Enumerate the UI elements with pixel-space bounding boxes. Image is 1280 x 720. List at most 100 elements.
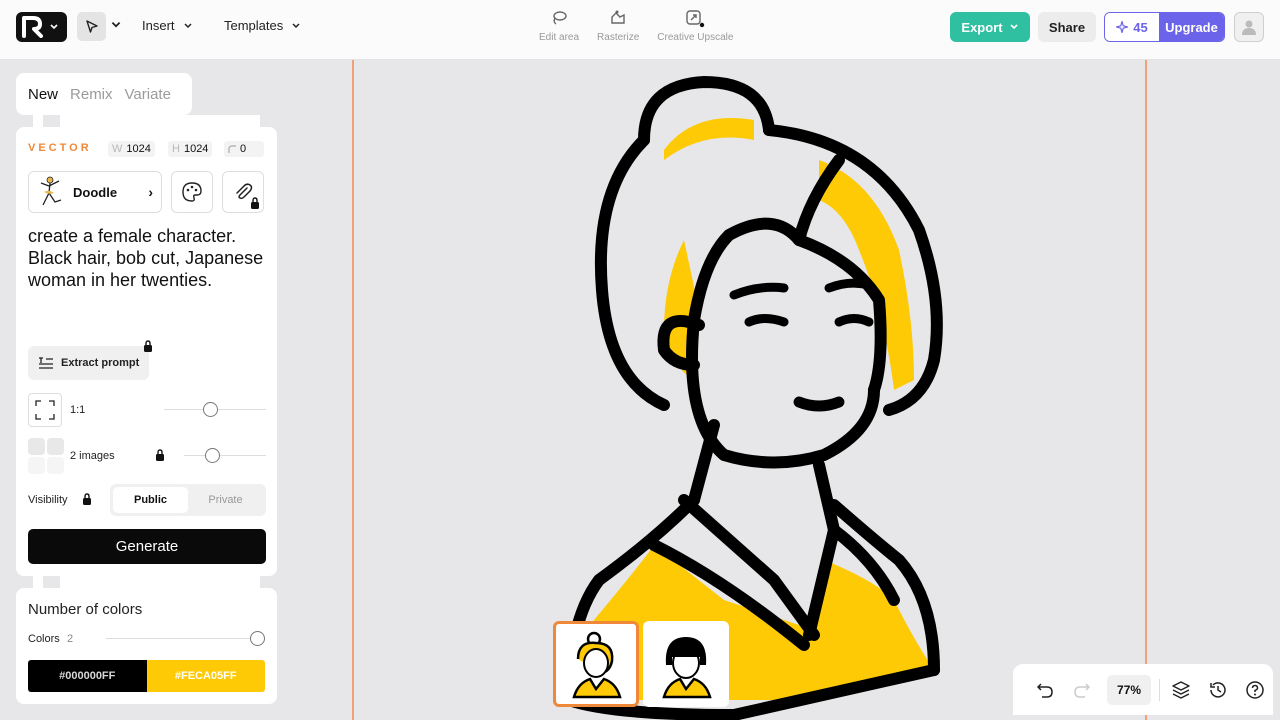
artboard[interactable] xyxy=(352,60,1147,720)
visibility-label: Visibility xyxy=(28,494,68,506)
export-button[interactable]: Export xyxy=(950,12,1030,42)
rasterize-tool[interactable]: Rasterize xyxy=(588,8,648,43)
generation-panel: VECTOR W 1024 H 1024 0 Doodle › create a… xyxy=(16,127,277,576)
pointer-icon xyxy=(85,19,98,33)
width-field[interactable]: W 1024 xyxy=(108,141,155,157)
width-value: 1024 xyxy=(126,143,151,155)
image-count-slider-track[interactable] xyxy=(184,455,266,456)
tab-variate[interactable]: Variate xyxy=(125,86,171,103)
templates-menu[interactable]: Templates xyxy=(224,18,301,33)
result-thumbnail-1[interactable] xyxy=(553,621,639,707)
undo-button[interactable] xyxy=(1027,673,1064,707)
redo-icon xyxy=(1074,682,1091,698)
edit-area-tool[interactable]: Edit area xyxy=(530,8,588,43)
app-menu-button[interactable] xyxy=(16,12,67,42)
visibility-public-option[interactable]: Public xyxy=(113,487,188,513)
insert-menu[interactable]: Insert xyxy=(142,18,193,33)
sparkle-icon xyxy=(1116,21,1129,33)
tab-new[interactable]: New xyxy=(28,86,58,103)
colors-panel: Number of colors Colors 2 #000000FF #FEC… xyxy=(16,588,277,704)
lock-icon xyxy=(156,449,164,461)
image-count-label: 2 images xyxy=(70,450,115,462)
upscale-icon xyxy=(686,10,705,28)
lock-icon xyxy=(251,197,259,209)
extract-prompt-button[interactable]: Extract prompt xyxy=(28,346,149,380)
edit-area-label: Edit area xyxy=(539,32,580,43)
generate-button[interactable]: Generate xyxy=(28,529,266,564)
share-label: Share xyxy=(1048,19,1086,35)
doodle-style-thumbnail-icon xyxy=(40,176,62,206)
credits-count: 45 xyxy=(1105,13,1159,41)
palette-icon xyxy=(182,182,202,202)
top-toolbar: Insert Templates Edit area Rasterize Cre… xyxy=(0,0,1280,60)
color-swatch-black[interactable]: #000000FF xyxy=(28,660,147,692)
chevron-down-icon xyxy=(1010,24,1018,30)
history-button[interactable] xyxy=(1199,673,1236,707)
lock-icon xyxy=(83,493,91,505)
panel-connector xyxy=(60,115,260,127)
share-button[interactable]: Share xyxy=(1038,12,1096,42)
style-selector[interactable]: Doodle › xyxy=(28,171,162,213)
chevron-down-icon xyxy=(183,22,192,28)
aspect-ratio-label: 1:1 xyxy=(70,404,86,416)
attach-reference-button[interactable] xyxy=(222,171,264,213)
aspect-ratio-button[interactable] xyxy=(28,393,62,427)
text-lines-icon xyxy=(39,357,53,369)
rasterize-icon xyxy=(611,10,625,24)
insert-menu-label: Insert xyxy=(142,18,175,33)
visibility-private-option[interactable]: Private xyxy=(188,487,263,513)
aspect-ratio-icon xyxy=(35,400,55,420)
mode-tabs: New Remix Variate xyxy=(16,73,192,115)
generated-portrait-image[interactable] xyxy=(354,60,1145,720)
user-icon xyxy=(1242,20,1256,35)
mode-label: VECTOR xyxy=(28,142,92,154)
creative-upscale-tool[interactable]: Creative Upscale xyxy=(648,8,742,43)
colors-slider-track[interactable] xyxy=(106,638,256,639)
aspect-ratio-slider-handle[interactable] xyxy=(203,402,218,417)
colors-count-value: 2 xyxy=(67,633,74,645)
height-field[interactable]: H 1024 xyxy=(168,141,213,157)
extract-prompt-label: Extract prompt xyxy=(61,357,140,369)
redo-button[interactable] xyxy=(1064,673,1101,707)
layers-icon xyxy=(1172,680,1190,699)
chevron-down-icon[interactable] xyxy=(110,19,122,31)
select-tool-button[interactable] xyxy=(77,12,106,41)
corner-radius-field[interactable]: 0 xyxy=(224,141,264,157)
portrait-thumbnail-image xyxy=(662,637,712,699)
tab-remix[interactable]: Remix xyxy=(70,86,113,103)
zoom-level[interactable]: 77% xyxy=(1106,674,1152,705)
chevron-down-icon xyxy=(50,24,58,30)
height-key: H xyxy=(172,143,180,155)
rasterize-label: Rasterize xyxy=(597,32,640,43)
templates-menu-label: Templates xyxy=(224,18,284,33)
width-key: W xyxy=(112,143,123,155)
credits-upgrade[interactable]: 45 Upgrade xyxy=(1104,12,1225,42)
help-button[interactable] xyxy=(1236,673,1273,707)
canvas-bottom-toolbar: 77% xyxy=(1013,664,1273,715)
result-thumbnail-2[interactable] xyxy=(643,621,729,707)
prompt-text[interactable]: create a female character. Black hair, b… xyxy=(28,225,268,291)
lock-icon xyxy=(144,340,152,352)
user-avatar[interactable] xyxy=(1234,12,1264,42)
upgrade-label: Upgrade xyxy=(1165,19,1218,35)
upgrade-button[interactable]: Upgrade xyxy=(1159,13,1224,41)
export-label: Export xyxy=(961,19,1003,35)
colors-title: Number of colors xyxy=(28,601,143,618)
image-count-slider-handle[interactable] xyxy=(205,448,220,463)
creative-upscale-label: Creative Upscale xyxy=(657,32,734,43)
canvas-tools: Edit area Rasterize Creative Upscale xyxy=(530,8,742,43)
panel-connector xyxy=(60,576,260,588)
palette-button[interactable] xyxy=(171,171,213,213)
chevron-down-icon xyxy=(292,22,300,28)
visibility-toggle: Public Private xyxy=(110,484,266,516)
layers-button[interactable] xyxy=(1162,673,1199,707)
colors-slider-handle[interactable] xyxy=(250,631,265,646)
color-swatches: #000000FF #FECA05FF xyxy=(28,660,265,692)
height-value: 1024 xyxy=(183,143,209,155)
undo-icon xyxy=(1037,682,1054,698)
chevron-right-icon: › xyxy=(148,184,153,200)
color-swatch-yellow[interactable]: #FECA05FF xyxy=(146,660,265,692)
credits-value: 45 xyxy=(1133,19,1148,35)
image-count-icon xyxy=(28,438,64,474)
panel-connector xyxy=(33,576,43,588)
